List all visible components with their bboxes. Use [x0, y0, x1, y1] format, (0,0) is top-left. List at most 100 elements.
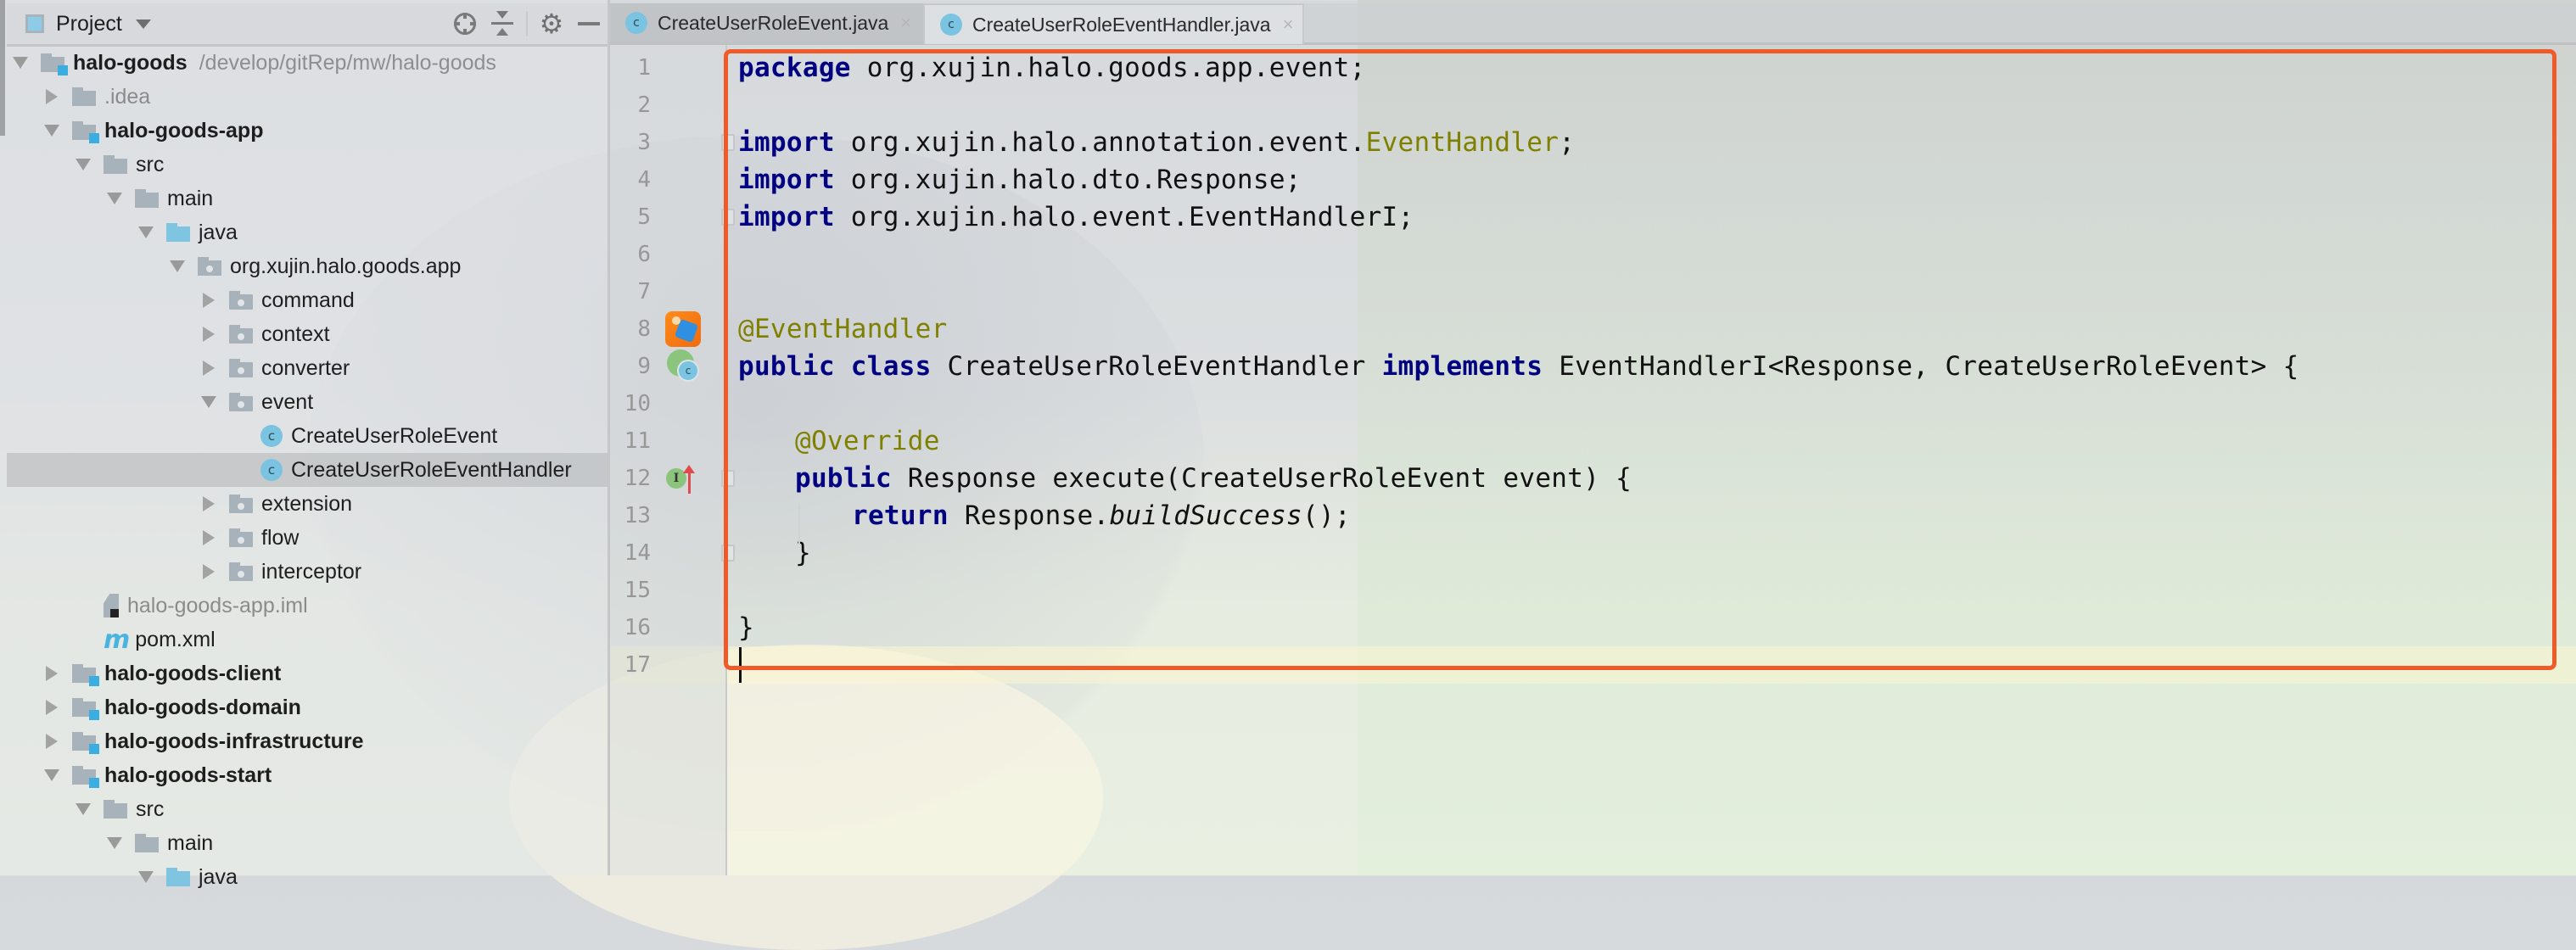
tree-item[interactable]: main [7, 182, 608, 215]
expand-right-icon[interactable] [200, 563, 217, 580]
tree-item[interactable]: c CreateUserRoleEventHandler [7, 453, 608, 487]
project-scrollbar[interactable] [0, 0, 5, 136]
project-panel-header: Project ⚙ [7, 3, 608, 47]
line-number[interactable]: 9 [610, 348, 651, 385]
tree-item[interactable]: src [7, 792, 608, 826]
line-number[interactable]: 7 [610, 273, 651, 310]
code-editor[interactable]: 1 2 3 4 5 6 7 8 9 c 10 11 12 I 13 14 15 16 17 package org.… [610, 45, 2576, 875]
collapse-all-button[interactable] [484, 5, 521, 42]
expand-down-icon[interactable] [75, 801, 92, 818]
line-number[interactable]: 6 [610, 236, 651, 273]
fold-marker-icon[interactable] [721, 470, 735, 487]
tree-item-label: halo-goods-client [104, 661, 282, 685]
expand-right-icon[interactable] [200, 326, 217, 343]
tree-item[interactable]: event [7, 385, 608, 419]
expand-right-icon[interactable] [43, 665, 60, 682]
expand-down-icon[interactable] [169, 258, 186, 275]
line-number[interactable]: 10 [610, 385, 651, 422]
expand-down-icon[interactable] [137, 869, 154, 886]
expand-down-icon[interactable] [43, 767, 60, 784]
code-line[interactable]: public class CreateUserRoleEventHandler … [738, 348, 2299, 385]
tree-item[interactable]: main [7, 826, 608, 860]
module-folder-icon [41, 53, 68, 75]
tree-item[interactable]: halo-goods-app.iml [7, 589, 608, 623]
tree-item[interactable]: org.xujin.halo.goods.app [7, 249, 608, 283]
go-to-super-arrow-icon[interactable] [683, 465, 695, 494]
expand-right-icon[interactable] [200, 292, 217, 309]
tab-create-user-role-event-handler[interactable]: c CreateUserRoleEventHandler.java × [923, 3, 1304, 44]
project-panel-title[interactable]: Project [56, 12, 122, 36]
tree-item[interactable]: src [7, 148, 608, 182]
line-number[interactable]: 15 [610, 572, 651, 609]
line-number[interactable]: 4 [610, 161, 651, 198]
close-icon[interactable]: × [1283, 14, 1294, 36]
code-line[interactable]: import org.xujin.halo.dto.Response; [738, 161, 1302, 198]
tree-item-label: java [199, 220, 238, 244]
code-line[interactable]: @Override [795, 422, 940, 460]
tree-item[interactable]: extension [7, 487, 608, 521]
expand-down-icon[interactable] [200, 394, 217, 411]
settings-button[interactable]: ⚙ [533, 5, 570, 42]
tree-item[interactable]: interceptor [7, 555, 608, 589]
expand-down-icon[interactable] [75, 156, 92, 173]
code-line[interactable]: import org.xujin.halo.annotation.event.E… [738, 124, 1575, 161]
code-line[interactable]: } [795, 534, 811, 572]
tree-item[interactable]: halo-goods-domain [7, 690, 608, 724]
fold-marker-icon[interactable] [721, 134, 735, 151]
locate-button[interactable] [446, 5, 484, 42]
minimize-button[interactable] [570, 5, 608, 42]
tree-item[interactable]: command [7, 283, 608, 317]
expand-right-icon[interactable] [200, 529, 217, 546]
code-line[interactable]: return Response.buildSuccess(); [852, 497, 1351, 534]
code-line[interactable]: package org.xujin.halo.goods.app.event; [738, 49, 1366, 87]
line-number[interactable]: 12 [610, 460, 651, 497]
line-number[interactable]: 13 [610, 497, 651, 534]
fold-marker-icon[interactable] [721, 209, 735, 226]
tree-item[interactable]: context [7, 317, 608, 351]
tree-item[interactable]: converter [7, 351, 608, 385]
module-folder-icon [72, 766, 99, 788]
tree-item[interactable]: m pom.xml [7, 623, 608, 657]
tree-item[interactable]: halo-goods/develop/gitRep/mw/halo-goods [7, 46, 608, 80]
editor-gutter[interactable]: 1 2 3 4 5 6 7 8 9 c 10 11 12 I 13 14 15 16 17 [610, 45, 735, 875]
code-line[interactable]: import org.xujin.halo.event.EventHandler… [738, 198, 1414, 236]
expand-right-icon[interactable] [43, 733, 60, 750]
code-line[interactable]: } [738, 609, 754, 646]
line-number[interactable]: 16 [610, 609, 651, 646]
expand-down-icon[interactable] [137, 224, 154, 241]
code-line[interactable]: @EventHandler [738, 310, 948, 348]
tree-item[interactable]: java [7, 215, 608, 249]
close-icon[interactable]: × [900, 12, 911, 34]
expand-right-icon[interactable] [43, 699, 60, 716]
tree-item[interactable]: halo-goods-client [7, 657, 608, 690]
implements-interface-icon[interactable]: c [667, 349, 699, 382]
line-number[interactable]: 5 [610, 198, 651, 236]
code-line[interactable]: public Response execute(CreateUserRoleEv… [795, 460, 1632, 497]
line-number[interactable]: 8 [610, 310, 651, 348]
chevron-down-icon[interactable] [135, 19, 151, 29]
tree-item[interactable]: halo-goods-app [7, 114, 608, 148]
expand-down-icon[interactable] [106, 190, 123, 207]
spring-bean-icon[interactable] [665, 311, 701, 347]
expand-right-icon[interactable] [200, 360, 217, 377]
expand-right-icon[interactable] [43, 88, 60, 105]
tree-item[interactable]: .idea [7, 80, 608, 114]
tree-item[interactable]: java [7, 860, 608, 894]
line-number[interactable]: 11 [610, 422, 651, 460]
tab-create-user-role-event[interactable]: c CreateUserRoleEvent.java × [610, 3, 923, 42]
line-number[interactable]: 2 [610, 87, 651, 124]
expand-down-icon[interactable] [106, 835, 123, 852]
tree-item[interactable]: halo-goods-start [7, 758, 608, 792]
line-number[interactable]: 3 [610, 124, 651, 161]
tree-item[interactable]: flow [7, 521, 608, 555]
expand-down-icon[interactable] [43, 122, 60, 139]
expand-down-icon[interactable] [12, 54, 29, 71]
tree-item[interactable]: c CreateUserRoleEvent [7, 419, 608, 453]
fold-marker-icon[interactable] [721, 545, 735, 562]
expand-right-icon[interactable] [200, 495, 217, 512]
line-number[interactable]: 1 [610, 49, 651, 87]
tree-item-label: command [261, 288, 355, 312]
line-number[interactable]: 17 [610, 646, 651, 684]
line-number[interactable]: 14 [610, 534, 651, 572]
tree-item[interactable]: halo-goods-infrastructure [7, 724, 608, 758]
